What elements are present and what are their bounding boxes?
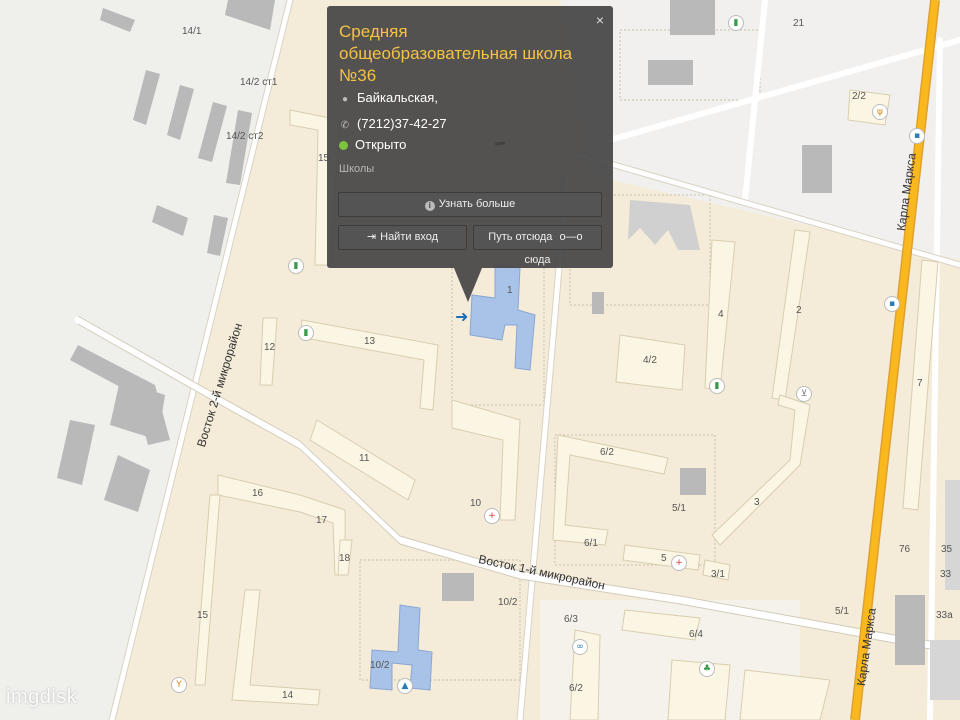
watermark-text: imgdisk <box>6 686 78 708</box>
building-label: 10/2 <box>370 660 390 671</box>
link-icon[interactable]: ∞ <box>572 639 588 655</box>
store-icon[interactable]: ▮ <box>728 15 744 31</box>
building-label: 18 <box>339 553 351 564</box>
route-icon: o—o <box>559 231 583 243</box>
building-label: 6/2 <box>569 683 583 694</box>
popup-pointer <box>454 268 482 302</box>
status-text: Открыто <box>355 137 407 152</box>
building-label: 4/2 <box>643 355 657 366</box>
phone-text[interactable]: (7212)37-42-27 <box>357 116 447 131</box>
building-label: 7 <box>917 378 923 389</box>
park-icon[interactable]: ♣ <box>699 661 715 677</box>
building-label: 10 <box>470 498 482 509</box>
building-label: 2 <box>796 305 802 316</box>
find-entrance-label: Найти вход <box>380 231 439 243</box>
restaurant-icon[interactable]: ψ <box>872 104 888 120</box>
building-label: 21 <box>793 18 805 29</box>
building-label: 3/1 <box>711 569 725 580</box>
building-label: 17 <box>316 515 328 526</box>
building-label: 6/2 <box>600 447 614 458</box>
address-row: ● Байкальская, <box>339 90 438 105</box>
building-label: 14/2 ст2 <box>226 131 264 142</box>
store-icon[interactable]: ▮ <box>709 378 725 394</box>
building-label: 2/2 <box>852 91 866 102</box>
entrance-icon: ⇥ <box>366 231 377 243</box>
building-label: 12 <box>264 342 276 353</box>
building-label: 76 <box>899 544 911 555</box>
building-label: 11 <box>359 453 370 464</box>
place-popup: × Средняя общеобразовательная школа №36 … <box>327 6 613 302</box>
bus-stop-icon[interactable]: ▪ <box>909 128 925 144</box>
building-label: 4 <box>718 309 724 320</box>
building-label: 6/3 <box>564 614 578 625</box>
building-label: 6/1 <box>584 538 598 549</box>
pharmacy-icon[interactable]: + <box>484 508 500 524</box>
building-label: 14/1 <box>182 26 202 37</box>
building-label: 5 <box>661 553 667 564</box>
building-label: 35 <box>941 544 953 555</box>
status-row: Открыто <box>339 137 406 152</box>
close-icon[interactable]: × <box>596 12 604 28</box>
building-label: 5/1 <box>672 503 686 514</box>
find-entrance-button[interactable]: ⇥ Найти вход <box>338 225 467 250</box>
building-label: 33 <box>940 569 952 580</box>
building-label: 15 <box>197 610 209 621</box>
store-icon[interactable]: ▮ <box>298 325 314 341</box>
pharmacy-icon[interactable]: + <box>671 555 687 571</box>
building-label: 5/1 <box>835 606 849 617</box>
building-label: 6/4 <box>689 629 703 640</box>
route-to-label[interactable]: сюда <box>524 254 550 266</box>
building-label: 14/2 ст1 <box>240 77 278 88</box>
building-label: 1 <box>507 285 513 296</box>
bus-stop-icon[interactable]: ▪ <box>884 296 900 312</box>
learn-more-button[interactable]: i Узнать больше <box>338 192 602 217</box>
school-icon[interactable]: ▲ <box>397 678 413 694</box>
phone-row: ✆ (7212)37-42-27 <box>339 116 447 131</box>
open-status-icon <box>339 141 348 151</box>
info-icon: i <box>424 201 435 211</box>
building-label: 14 <box>282 690 294 701</box>
phone-icon: ✆ <box>340 120 350 131</box>
building-label: 16 <box>252 488 264 499</box>
cafe-icon[interactable]: Y <box>171 677 187 693</box>
building-label: 33а <box>936 610 953 621</box>
building-label: 10/2 <box>498 597 518 608</box>
building-label: 3 <box>754 497 760 508</box>
store-icon[interactable]: ▮ <box>288 258 304 274</box>
learn-more-label: Узнать больше <box>438 198 516 210</box>
shopping-cart-icon[interactable]: ⊻ <box>796 386 812 402</box>
route-button[interactable]: Путь отсюда o—o сюда <box>473 225 602 266</box>
building-label: 13 <box>364 336 376 347</box>
route-from-label[interactable]: Путь отсюда <box>488 231 552 243</box>
address-text: Байкальская, <box>357 90 438 105</box>
location-pin-icon: ● <box>341 94 349 105</box>
category-link[interactable]: Школы <box>339 163 374 175</box>
place-title: Средняя общеобразовательная школа №36 <box>339 22 573 85</box>
selected-location-arrow-icon[interactable]: ➜ <box>455 307 468 326</box>
